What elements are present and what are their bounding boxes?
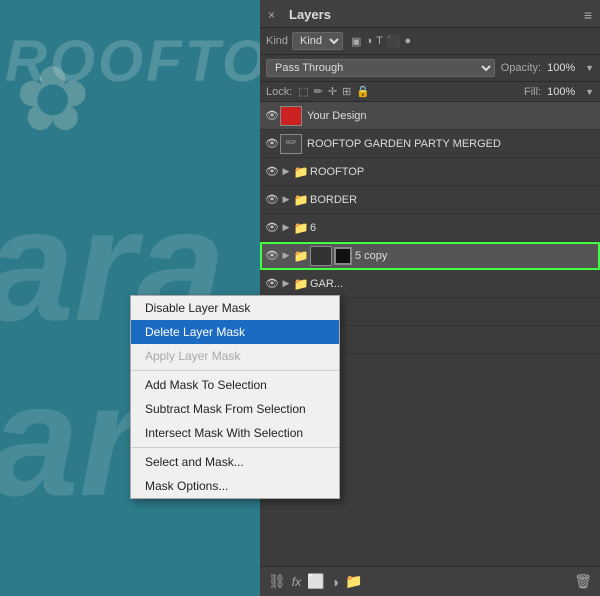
fill-arrow-icon[interactable]: ▼ bbox=[585, 87, 594, 97]
layer-name: BORDER bbox=[310, 194, 596, 206]
kind-row: Kind Kind ▣ ◑ T ⬛ ● bbox=[260, 28, 600, 55]
expand-icon[interactable]: ▶ bbox=[280, 166, 292, 177]
visibility-icon[interactable]: 👁 bbox=[264, 221, 280, 234]
folder-icon: 📁 bbox=[292, 249, 310, 263]
layer-thumbnail bbox=[310, 246, 332, 266]
layer-thumbnail: RGP bbox=[280, 134, 302, 154]
context-menu-item-subtract-mask[interactable]: Subtract Mask From Selection bbox=[131, 397, 339, 421]
kind-pixel-icon[interactable]: ▣ bbox=[351, 35, 361, 48]
expand-icon[interactable]: ▶ bbox=[280, 194, 292, 205]
panel-close-icon[interactable]: × bbox=[268, 8, 275, 22]
context-menu-separator-2 bbox=[131, 447, 339, 448]
visibility-icon[interactable]: 👁 bbox=[264, 193, 280, 206]
new-folder-icon[interactable]: 📁 bbox=[345, 573, 362, 590]
lock-pixels-icon[interactable]: ✏ bbox=[314, 85, 323, 98]
kind-shape-icon[interactable]: ⬛ bbox=[387, 35, 401, 48]
layer-thumbnail bbox=[280, 106, 302, 126]
kind-select[interactable]: Kind bbox=[292, 32, 343, 50]
fx-icon[interactable]: fx bbox=[292, 575, 301, 589]
canvas-decorative-element: ✿ bbox=[15, 55, 90, 145]
delete-icon[interactable]: 🗑 bbox=[574, 573, 592, 590]
panel-header-left: × Layers bbox=[268, 7, 331, 22]
context-menu-item-select-mask[interactable]: Select and Mask... bbox=[131, 450, 339, 474]
folder-icon: 📁 bbox=[292, 193, 310, 207]
link-icon[interactable]: ⛓ bbox=[268, 573, 286, 590]
layer-name: 5 copy bbox=[355, 250, 596, 262]
panel-title: Layers bbox=[289, 7, 331, 22]
expand-icon[interactable]: ▶ bbox=[280, 278, 292, 289]
layer-mask-thumbnail bbox=[334, 247, 352, 265]
visibility-icon[interactable]: 👁 bbox=[264, 277, 280, 290]
context-menu-item-apply-mask: Apply Layer Mask bbox=[131, 344, 339, 368]
layer-name: 6 bbox=[310, 222, 596, 234]
context-menu-item-add-mask-selection[interactable]: Add Mask To Selection bbox=[131, 373, 339, 397]
context-menu-separator-1 bbox=[131, 370, 339, 371]
folder-icon: 📁 bbox=[292, 277, 310, 291]
layer-item[interactable]: 👁 ▶ 📁 ROOFTOP bbox=[260, 158, 600, 186]
adjustment-icon[interactable]: ◑ bbox=[331, 574, 339, 590]
fill-label: Fill: bbox=[524, 86, 541, 98]
add-mask-icon[interactable]: ⬜ bbox=[307, 573, 324, 590]
layer-item[interactable]: 👁 ▶ 📁 6 bbox=[260, 214, 600, 242]
opacity-label: Opacity: bbox=[501, 62, 541, 74]
layer-item[interactable]: 👁 RGP ROOFTOP GARDEN PARTY MERGED bbox=[260, 130, 600, 158]
panel-header: × Layers ≡ bbox=[260, 0, 600, 28]
layer-name: ROOFTOP GARDEN PARTY MERGED bbox=[307, 138, 596, 150]
layer-item[interactable]: 👁 ▶ 📁 BORDER bbox=[260, 186, 600, 214]
expand-icon[interactable]: ▶ bbox=[280, 250, 292, 261]
layer-item[interactable]: 👁 Your Design bbox=[260, 102, 600, 130]
canvas-script-text-2: ar bbox=[0, 360, 141, 520]
layer-name: GAR... bbox=[310, 278, 596, 290]
lock-transparent-icon[interactable]: ⬚ bbox=[298, 85, 308, 98]
lock-position-icon[interactable]: ✛ bbox=[328, 85, 337, 98]
kind-type-icon[interactable]: T bbox=[376, 35, 383, 48]
context-menu-item-disable-mask[interactable]: Disable Layer Mask bbox=[131, 296, 339, 320]
layer-name: Your Design bbox=[307, 110, 596, 122]
layer-name: BO... bbox=[310, 306, 596, 318]
visibility-icon[interactable]: 👁 bbox=[264, 137, 280, 150]
layer-name: BG bbox=[310, 334, 596, 346]
context-menu-item-intersect-mask[interactable]: Intersect Mask With Selection bbox=[131, 421, 339, 445]
kind-smart-icon[interactable]: ● bbox=[405, 35, 412, 48]
lock-artboard-icon[interactable]: ⊞ bbox=[342, 85, 351, 98]
lock-row: Lock: ⬚ ✏ ✛ ⊞ 🔒 Fill: 100% ▼ bbox=[260, 82, 600, 102]
kind-label: Kind bbox=[266, 35, 288, 47]
visibility-icon[interactable]: 👁 bbox=[264, 109, 280, 122]
blend-row: Pass Through Opacity: 100% ▼ bbox=[260, 55, 600, 82]
lock-all-icon[interactable]: 🔒 bbox=[356, 85, 370, 98]
fill-value: 100% bbox=[547, 86, 579, 98]
kind-adj-icon[interactable]: ◑ bbox=[365, 35, 372, 48]
folder-icon: 📁 bbox=[292, 221, 310, 235]
opacity-arrow-icon[interactable]: ▼ bbox=[585, 63, 594, 73]
layer-item[interactable]: 👁 ▶ 📁 GAR... bbox=[260, 270, 600, 298]
panel-menu-icon[interactable]: ≡ bbox=[584, 7, 592, 23]
panel-bottom-bar: ⛓ fx ⬜ ◑ 📁 🗑 bbox=[260, 566, 600, 596]
visibility-icon[interactable]: 👁 bbox=[264, 249, 280, 262]
opacity-value: 100% bbox=[547, 62, 579, 74]
layer-name: ROOFTOP bbox=[310, 166, 596, 178]
folder-icon: 📁 bbox=[292, 165, 310, 179]
context-menu-item-delete-mask[interactable]: Delete Layer Mask bbox=[131, 320, 339, 344]
lock-label: Lock: bbox=[266, 86, 292, 98]
visibility-icon[interactable]: 👁 bbox=[264, 165, 280, 178]
expand-icon[interactable]: ▶ bbox=[280, 222, 292, 233]
context-menu-item-mask-options[interactable]: Mask Options... bbox=[131, 474, 339, 498]
layer-item-5-copy[interactable]: 👁 ▶ 📁 5 copy bbox=[260, 242, 600, 270]
kind-icons: ▣ ◑ T ⬛ ● bbox=[351, 35, 411, 48]
context-menu: Disable Layer Mask Delete Layer Mask App… bbox=[130, 295, 340, 499]
lock-icons: ⬚ ✏ ✛ ⊞ 🔒 bbox=[298, 85, 370, 98]
blend-mode-select[interactable]: Pass Through bbox=[266, 59, 495, 77]
